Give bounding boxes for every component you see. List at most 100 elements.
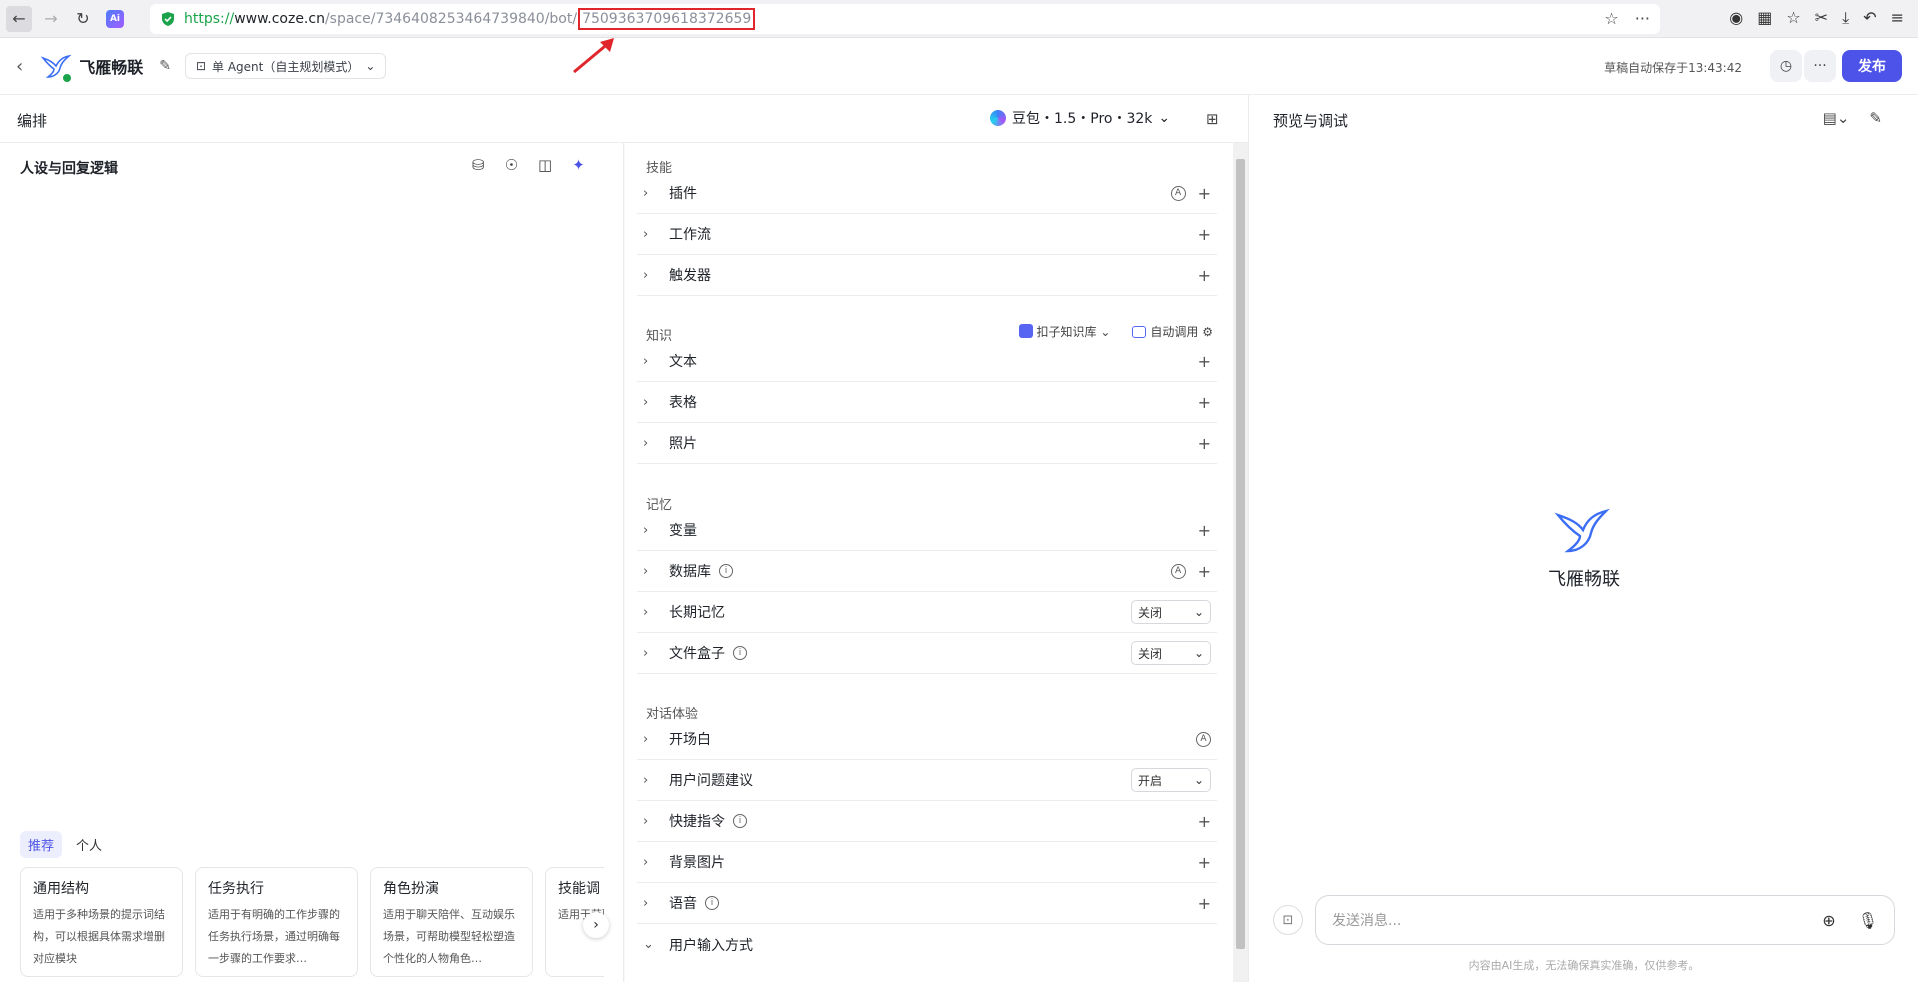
layout-grid-icon[interactable]: ⊞ — [1206, 110, 1219, 128]
template-card[interactable]: 角色扮演 适用于聊天陪伴、互动娱乐场景，可帮助模型轻松塑造个性化的人物角色… — [370, 867, 533, 977]
add-shortcut-icon[interactable]: + — [1198, 812, 1211, 831]
add-background-icon[interactable]: + — [1198, 853, 1211, 872]
kb-source-select[interactable]: 扣子知识库 ⌄ — [1018, 323, 1110, 340]
row-workflow[interactable]: › 工作流 + — [637, 214, 1217, 255]
info-icon[interactable]: i — [733, 814, 747, 828]
add-trigger-icon[interactable]: + — [1198, 266, 1211, 285]
compare-icon[interactable]: ◫ — [538, 156, 552, 174]
row-text[interactable]: › 文本 + — [637, 341, 1217, 382]
template-card[interactable]: 任务执行 适用于有明确的工作步骤的任务执行场景，通过明确每一步骤的工作要求… — [195, 867, 358, 977]
more-icon[interactable]: ··· — [1635, 9, 1650, 28]
row-variable[interactable]: › 变量 + — [637, 510, 1217, 551]
row-shortcuts[interactable]: › 快捷指令 i + — [637, 801, 1217, 842]
suggestions-select[interactable]: 开启 ⌄ — [1131, 768, 1211, 792]
tab-recommended[interactable]: 推荐 — [20, 831, 63, 858]
bot-name: 飞雁畅联 — [79, 58, 144, 77]
file-box-select[interactable]: 关闭 ⌄ — [1131, 641, 1211, 665]
edit-icon[interactable]: ✎ — [159, 58, 171, 74]
auto-mode-icon[interactable]: A — [1170, 563, 1186, 579]
bookmark-star-icon[interactable]: ☆ — [1604, 9, 1618, 28]
chevron-right-icon: › — [643, 813, 649, 829]
add-workflow-icon[interactable]: + — [1198, 225, 1211, 244]
add-plugin-icon[interactable]: + — [1198, 184, 1211, 203]
row-suggestions[interactable]: › 用户问题建议 开启 ⌄ — [637, 760, 1217, 801]
row-trigger[interactable]: › 触发器 + — [637, 255, 1217, 296]
row-label: 用户问题建议 — [669, 773, 753, 789]
add-photo-icon[interactable]: + — [1198, 434, 1211, 453]
ai-optimize-sparkle-icon[interactable]: ✦ — [572, 156, 585, 174]
menu-icon[interactable]: ≡ — [1891, 8, 1904, 28]
ai-extension-icon[interactable]: Ai — [106, 9, 124, 28]
new-chat-button[interactable]: ⊡ — [1273, 905, 1303, 935]
row-plugin[interactable]: › 插件 A + — [637, 173, 1217, 214]
profile-icon[interactable]: ◉ — [1729, 8, 1743, 28]
undo-icon[interactable]: ↶ — [1863, 8, 1876, 28]
avatar[interactable] — [39, 50, 74, 84]
url-host: www.coze.cn — [234, 11, 325, 27]
kb-auto-label: 自动调用 — [1150, 325, 1199, 339]
kb-auto-call[interactable]: 自动调用 ⚙ — [1132, 323, 1213, 340]
auto-mode-icon[interactable]: A — [1196, 731, 1211, 747]
swallow-logo-icon — [1554, 508, 1610, 553]
add-voice-icon[interactable]: + — [1198, 894, 1211, 913]
cards-next-button[interactable]: › — [583, 912, 609, 938]
debug-settings-icon[interactable]: ▤⌄ — [1823, 109, 1850, 127]
add-variable-icon[interactable]: + — [1198, 521, 1211, 540]
scrollbar-thumb[interactable] — [1236, 159, 1245, 949]
microphone-icon[interactable]: 🎙 — [1858, 911, 1878, 930]
browser-reload-icon[interactable]: ↻ — [70, 6, 96, 32]
row-file-box[interactable]: › 文件盒子 i 关闭 ⌄ — [637, 633, 1217, 674]
secure-shield-icon — [162, 12, 174, 26]
browser-back-icon[interactable]: ← — [6, 5, 32, 32]
template-card[interactable]: 通用结构 适用于多种场景的提示词结构，可以根据具体需求增删对应模块 — [20, 867, 183, 977]
card-desc: 适用于聊天陪伴、互动娱乐场景，可帮助模型轻松塑造个性化的人物角色… — [383, 908, 515, 965]
editor-panel: 编排 豆包・1.5・Pro・32k ⌄ ⊞ 人设与回复逻辑 ⛁ ☉ ◫ ✦ 推荐… — [0, 95, 1248, 982]
lightbulb-icon[interactable]: ☉ — [505, 156, 518, 174]
wrench-icon[interactable]: ✎ — [1869, 109, 1882, 127]
address-bar[interactable]: https://www.coze.cn/space/73464082534647… — [150, 4, 1660, 34]
row-background[interactable]: › 背景图片 + — [637, 842, 1217, 883]
prompt-library-icon[interactable]: ⛁ — [472, 156, 485, 174]
app-header: ‹ 飞雁畅联 ✎ ⊡ 单 Agent（自主规划模式） ⌄ 草稿自动保存于13:4… — [0, 38, 1918, 95]
more-button[interactable]: ··· — [1804, 50, 1836, 82]
publish-button[interactable]: 发布 — [1842, 50, 1902, 82]
add-table-icon[interactable]: + — [1198, 393, 1211, 412]
row-table[interactable]: › 表格 + — [637, 382, 1217, 423]
chevron-right-icon: › — [643, 185, 649, 201]
agent-mode-select[interactable]: ⊡ 单 Agent（自主规划模式） ⌄ — [184, 53, 387, 79]
row-long-memory[interactable]: › 长期记忆 关闭 ⌄ — [637, 592, 1217, 633]
row-label: 照片 — [669, 436, 697, 452]
message-input[interactable]: 发送消息... ⊕ 🎙 — [1315, 895, 1895, 945]
chevron-down-icon: ⌄ — [1158, 110, 1171, 126]
add-text-icon[interactable]: + — [1198, 352, 1211, 371]
chevron-right-icon: › — [643, 394, 649, 410]
tab-personal[interactable]: 个人 — [68, 831, 110, 858]
skills-scrollbar[interactable] — [1233, 143, 1248, 982]
browser-forward-icon[interactable]: → — [38, 6, 64, 32]
row-label: 背景图片 — [669, 855, 725, 871]
row-label: 插件 — [669, 186, 697, 202]
chevron-right-icon: › — [593, 917, 599, 933]
history-button[interactable]: ◷ — [1770, 50, 1802, 82]
row-voice[interactable]: › 语音 i + — [637, 883, 1217, 924]
row-input-mode[interactable]: ⌄ 用户输入方式 — [637, 924, 1217, 965]
favorites-icon[interactable]: ☆ — [1786, 8, 1800, 28]
row-label: 工作流 — [669, 227, 711, 243]
info-icon[interactable]: i — [719, 564, 733, 578]
long-memory-select[interactable]: 关闭 ⌄ — [1131, 600, 1211, 624]
apps-grid-icon[interactable]: ▦ — [1757, 8, 1772, 28]
info-icon[interactable]: i — [705, 896, 719, 910]
download-icon[interactable]: ⤓ — [1842, 8, 1849, 28]
info-icon[interactable]: i — [733, 646, 747, 660]
select-value: 关闭 — [1138, 605, 1163, 620]
chevron-right-icon: › — [643, 353, 649, 369]
row-database[interactable]: › 数据库 i A + — [637, 551, 1217, 592]
add-attachment-icon[interactable]: ⊕ — [1822, 911, 1835, 930]
model-select[interactable]: 豆包・1.5・Pro・32k ⌄ — [990, 108, 1170, 128]
scissors-icon[interactable]: ✂ — [1815, 8, 1828, 28]
row-photo[interactable]: › 照片 + — [637, 423, 1217, 464]
back-chevron-icon[interactable]: ‹ — [16, 56, 23, 77]
row-opening[interactable]: › 开场白 A — [637, 719, 1217, 760]
auto-mode-icon[interactable]: A — [1170, 185, 1186, 201]
add-database-icon[interactable]: + — [1198, 562, 1211, 581]
